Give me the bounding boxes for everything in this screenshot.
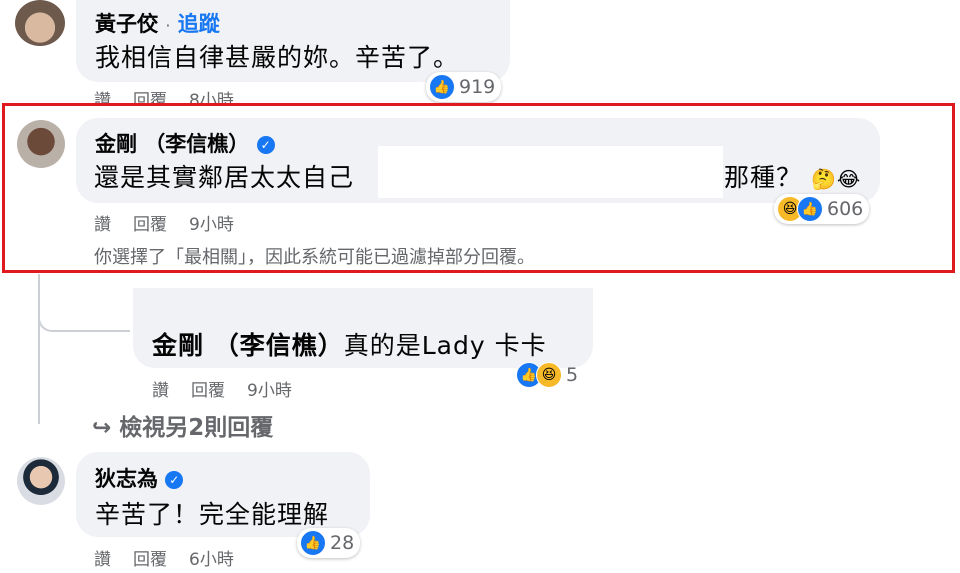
timestamp[interactable]: 6小時 <box>189 550 234 570</box>
thumbs-up-icon: 👍 <box>429 74 455 100</box>
timestamp[interactable]: 9小時 <box>247 381 292 401</box>
reaction-count: 5 <box>566 364 579 386</box>
verified-badge-icon: ✓ <box>165 471 184 489</box>
timestamp[interactable]: 9小時 <box>189 215 234 235</box>
follow-link[interactable]: 追蹤 <box>178 12 220 36</box>
reply-text: 真的是Lady 卡卡 <box>343 331 547 360</box>
reply-actions: 讚 回覆 9小時 <box>152 376 314 401</box>
reaction-summary-reply[interactable]: 👍 😆 5 <box>513 360 584 390</box>
reaction-summary-1[interactable]: 👍 919 <box>426 72 502 102</box>
comment-author-2[interactable]: 金剛 （李信樵） ✓ <box>95 128 275 158</box>
avatar-kingkong[interactable] <box>17 120 65 168</box>
comment-author-1[interactable]: 黃子佼 · 追蹤 <box>95 8 220 38</box>
view-more-replies[interactable]: ↪ 檢視另2則回覆 <box>92 408 273 442</box>
laughing-face-icon: 😆 <box>536 362 562 388</box>
reaction-summary-2[interactable]: 😆 👍 606 <box>774 194 870 224</box>
comment-text-2-part1: 還是其實鄰居太太自己 <box>94 163 355 192</box>
follow-separator: · <box>165 16 171 35</box>
reply-author[interactable]: 金剛 （李信樵） <box>152 331 344 360</box>
filter-note: 你選擇了「最相關」，因此系統可能已過濾掉部分回覆。 <box>94 247 535 268</box>
like-action[interactable]: 讚 <box>94 215 111 235</box>
comment-actions-1: 讚回覆 8小時 <box>94 86 256 104</box>
comment-text-1: 我相信自律甚嚴的妳。辛苦了。 <box>95 43 460 72</box>
thinking-face-icon: 🤔 <box>810 167 837 191</box>
like-action[interactable]: 讚 <box>152 381 169 401</box>
comment-author-3[interactable]: 狄志為 ✓ <box>95 463 184 493</box>
reaction-summary-3[interactable]: 👍 28 <box>297 528 361 558</box>
redacted-region <box>378 146 723 198</box>
thumbs-up-icon: 👍 <box>300 530 326 556</box>
reply-action[interactable]: 回覆 <box>133 550 167 570</box>
avatar-di[interactable] <box>17 457 65 505</box>
reply-action[interactable]: 回覆 <box>133 215 167 235</box>
thread-line <box>38 274 40 424</box>
thumbs-up-icon: 👍 <box>797 196 823 222</box>
reply-action[interactable]: 回覆 <box>191 381 225 401</box>
reply-content: 金剛 （李信樵）真的是Lady 卡卡 <box>152 326 547 362</box>
comment-text-3: 辛苦了！完全能理解 <box>95 500 330 529</box>
reply-arrow-icon: ↪ <box>92 415 112 441</box>
laughing-face-icon: 😂 <box>836 167 862 191</box>
comment-text-2-part2: 那種？ 🤔😂 <box>724 163 862 192</box>
avatar-huang[interactable] <box>15 0 65 46</box>
reaction-count: 28 <box>330 532 355 554</box>
comment-actions-2: 讚 回覆 9小時 <box>94 210 256 235</box>
reaction-count: 606 <box>827 198 864 220</box>
like-action[interactable]: 讚 <box>94 550 111 570</box>
comment-actions-3: 讚 回覆 6小時 <box>94 545 256 570</box>
reaction-count: 919 <box>459 76 496 98</box>
thread-connector <box>38 300 130 332</box>
verified-badge-icon: ✓ <box>256 136 275 154</box>
